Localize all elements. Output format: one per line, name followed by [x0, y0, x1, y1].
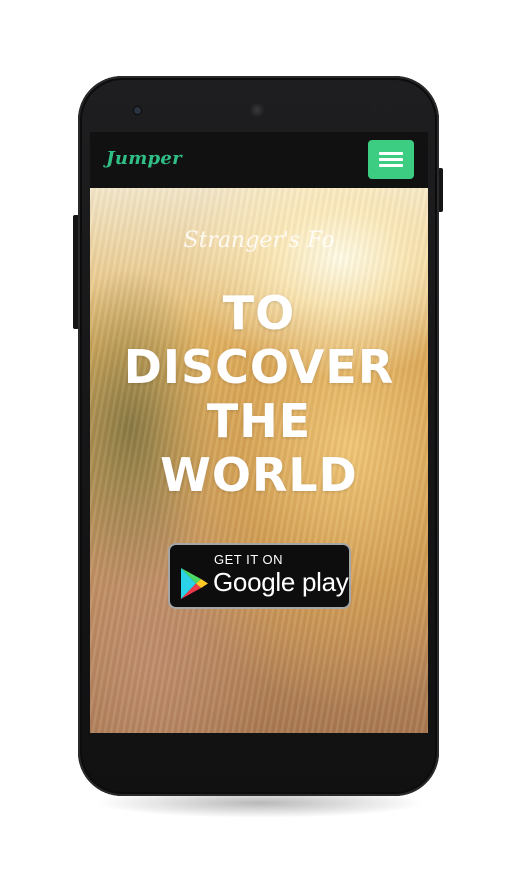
- google-play-badge-button[interactable]: GET IT ON Google play: [168, 543, 351, 609]
- hero-section: Stranger's Fo TO DISCOVER THE WORLD GET …: [90, 188, 428, 733]
- badge-big-text: Google play: [213, 567, 349, 597]
- hamburger-icon: [379, 164, 403, 167]
- headline-line: TO: [222, 286, 296, 340]
- menu-toggle-button[interactable]: [368, 140, 414, 179]
- hero-headline: TO DISCOVER THE WORLD: [90, 286, 428, 502]
- google-play-logo-icon: [181, 568, 208, 599]
- front-camera: [134, 107, 141, 114]
- earpiece-speaker: [249, 102, 265, 118]
- hamburger-icon: [379, 158, 403, 161]
- hero-tagline: Stranger's Fo: [183, 228, 335, 253]
- proximity-sensor: [371, 107, 376, 112]
- headline-line: THE: [206, 394, 312, 448]
- headline-line: DISCOVER: [123, 340, 395, 394]
- badge-small-text: GET IT ON: [214, 552, 284, 567]
- brand-logo[interactable]: Jumper: [106, 148, 182, 169]
- light-sensor: [384, 107, 389, 112]
- top-navbar: Jumper: [90, 132, 428, 188]
- hamburger-icon: [379, 152, 403, 155]
- headline-line: WORLD: [160, 448, 358, 502]
- phone-screen: Stranger's Fo TO DISCOVER THE WORLD GET …: [90, 132, 428, 733]
